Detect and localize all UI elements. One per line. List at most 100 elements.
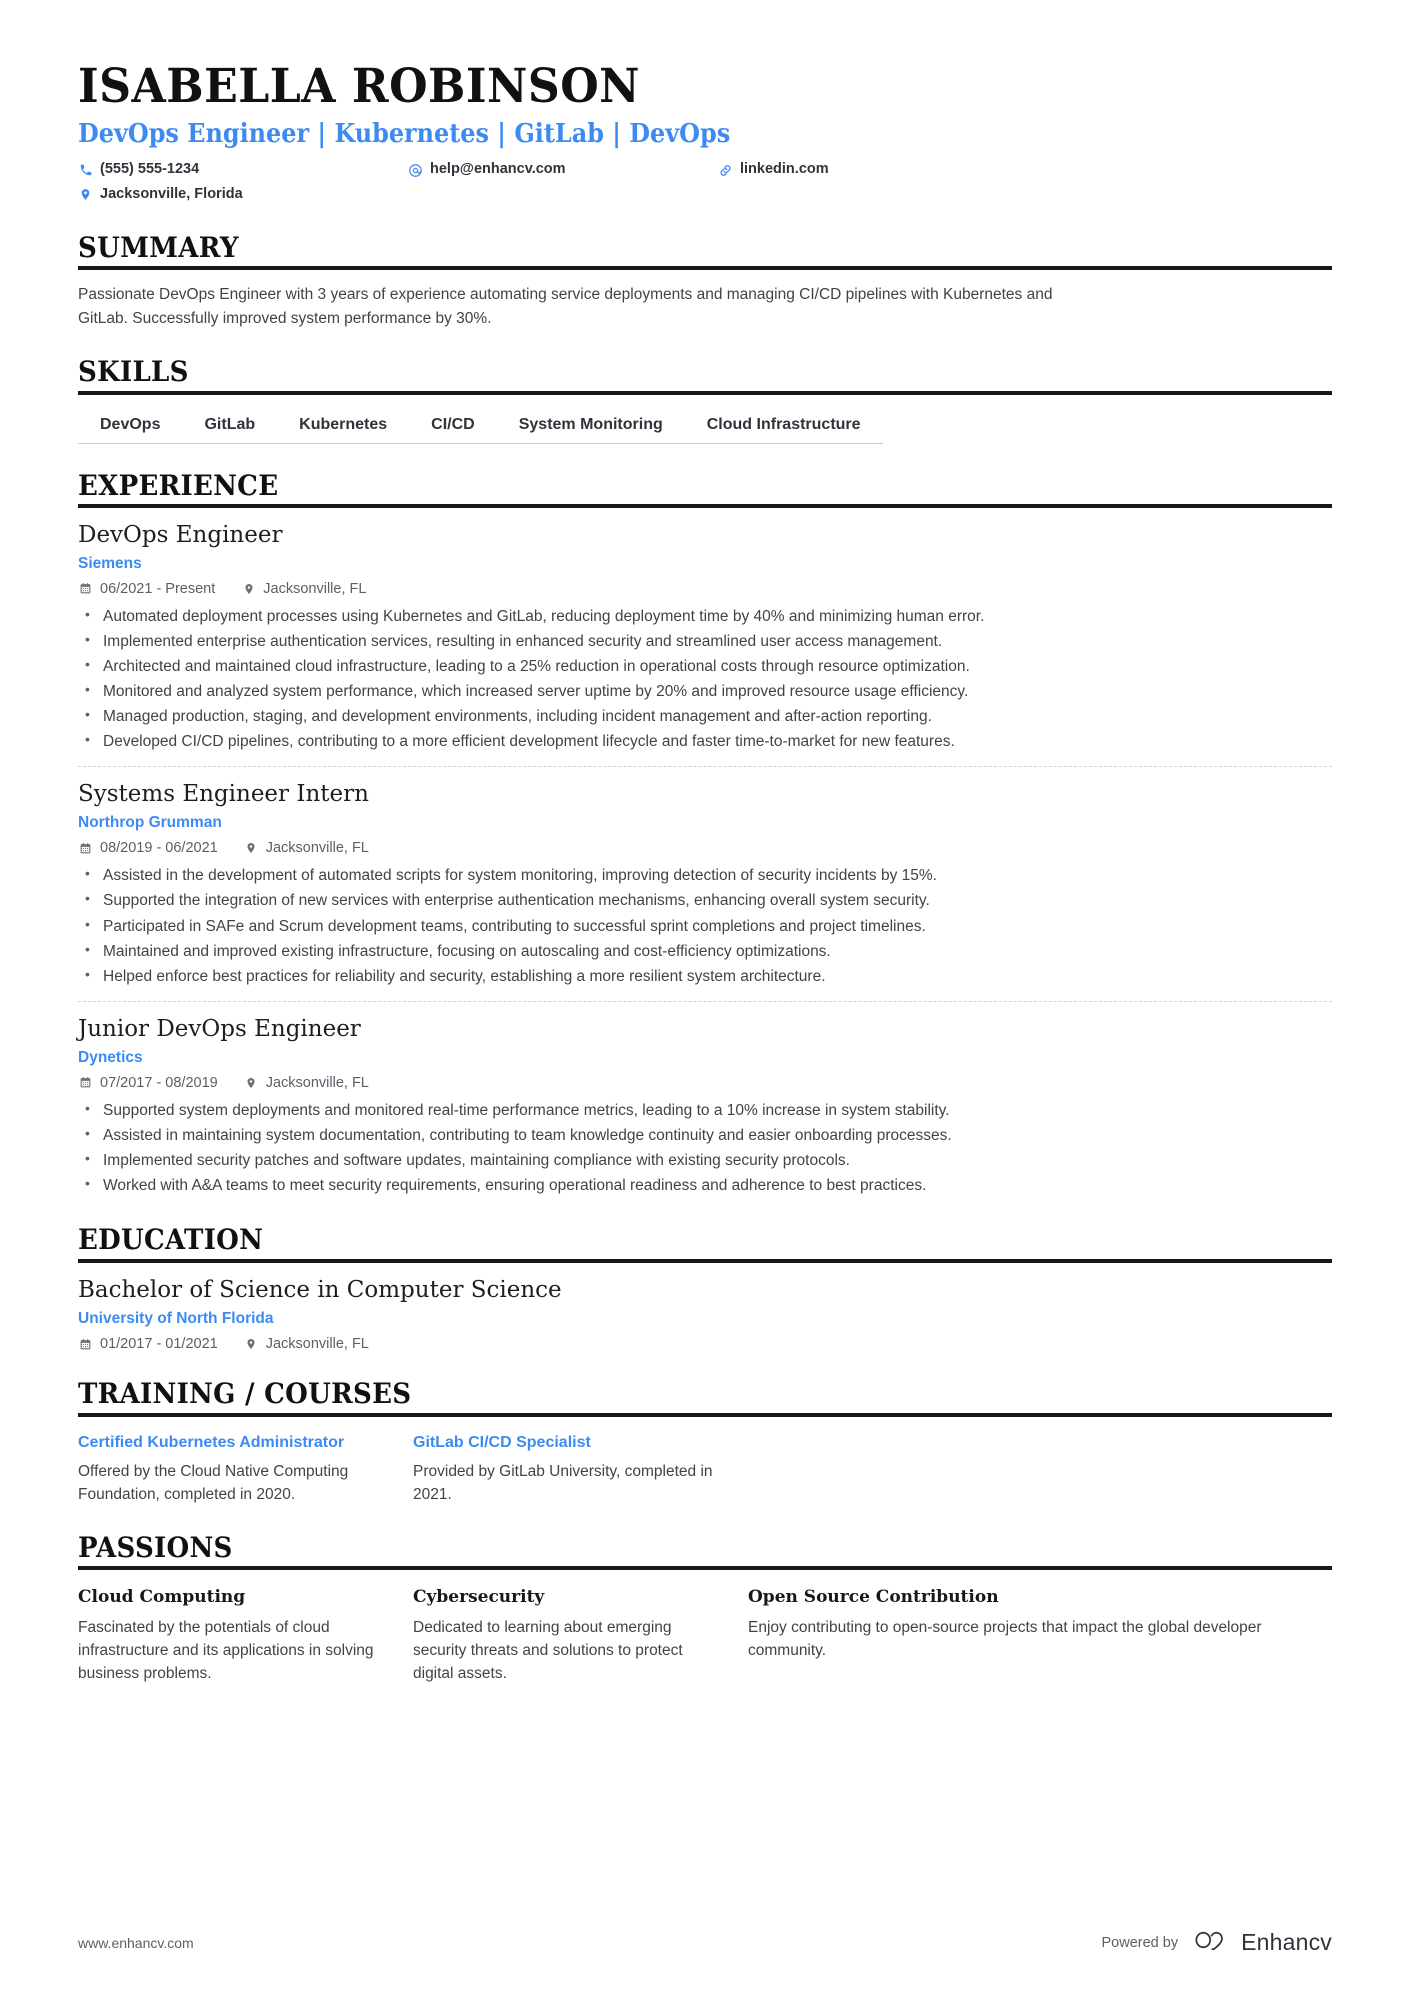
education-location-value: Jacksonville, FL: [265, 1336, 369, 1353]
job-meta: 08/2019 - 06/2021 Jacksonville, FL: [78, 840, 1332, 856]
job-bullet: Assisted in the development of automated…: [78, 862, 1332, 888]
footer-url[interactable]: www.enhancv.com: [78, 1935, 194, 1951]
job-title: DevOps Engineer: [78, 521, 283, 548]
section-title-education: EDUCATION: [78, 1223, 264, 1257]
passion-description: Dedicated to learning about emerging sec…: [413, 1618, 683, 1683]
passion-title: Open Source Contribution: [748, 1587, 999, 1608]
job-location-value: Jacksonville, FL: [265, 840, 369, 857]
skill-item: System Monitoring: [496, 412, 685, 444]
contact-email[interactable]: help@enhancv.com: [408, 159, 718, 181]
section-divider: [78, 1566, 1332, 1571]
experience-entry: Systems Engineer Intern Northrop Grumman…: [78, 766, 1332, 988]
passion-entry: Cybersecurity Dedicated to learning abou…: [413, 1586, 748, 1685]
education-meta: 01/2017 - 01/2021 Jacksonville, FL: [78, 1336, 1332, 1352]
enhancv-wordmark: Enhancv: [1241, 1929, 1332, 1955]
job-bullet: Supported system deployments and monitor…: [78, 1097, 1332, 1123]
contact-phone-value: (555) 555-1234: [100, 161, 200, 178]
education-dates: 01/2017 - 01/2021: [78, 1336, 218, 1352]
resume-header: ISABELLA ROBINSON DevOps Engineer | Kube…: [78, 59, 1332, 206]
job-bullets: Automated deployment processes using Kub…: [78, 603, 1332, 755]
section-education: EDUCATION Bachelor of Science in Compute…: [78, 1224, 1332, 1352]
section-training: TRAINING / COURSES Certified Kubernetes …: [78, 1378, 1332, 1506]
passion-description: Enjoy contributing to open-source projec…: [748, 1618, 1262, 1659]
section-passions: PASSIONS Cloud Computing Fascinated by t…: [78, 1532, 1332, 1685]
job-location: Jacksonville, FL: [244, 1075, 369, 1091]
passion-entry: Cloud Computing Fascinated by the potent…: [78, 1586, 413, 1685]
experience-entry: DevOps Engineer Siemens 06/2021 - Presen…: [78, 508, 1332, 755]
job-company: Dynetics: [78, 1048, 143, 1066]
skill-item: Kubernetes: [277, 412, 410, 444]
section-divider: [78, 390, 1332, 395]
location-icon: [244, 1075, 259, 1090]
candidate-headline: DevOps Engineer | Kubernetes | GitLab | …: [78, 119, 731, 150]
job-bullet: Implemented enterprise authentication se…: [78, 628, 1332, 654]
training-list: Certified Kubernetes Administrator Offer…: [78, 1433, 1332, 1506]
job-dates-value: 06/2021 - Present: [100, 580, 216, 597]
calendar-icon: [78, 1075, 93, 1090]
job-bullet: Supported the integration of new service…: [78, 887, 1332, 913]
contact-info: (555) 555-1234 help@enhancv.com linkedin…: [78, 159, 1078, 206]
job-bullets: Supported system deployments and monitor…: [78, 1097, 1332, 1198]
job-bullet: Worked with A&A teams to meet security r…: [78, 1172, 1332, 1198]
job-dates: 06/2021 - Present: [78, 581, 215, 597]
skills-list: DevOps GitLab Kubernetes CI/CD System Mo…: [78, 412, 1332, 444]
email-icon: [408, 163, 423, 178]
job-bullet: Helped enforce best practices for reliab…: [78, 963, 1332, 989]
location-icon: [244, 1337, 259, 1352]
education-entry: Bachelor of Science in Computer Science …: [78, 1263, 1332, 1353]
contact-row-2: Jacksonville, Florida: [78, 184, 1078, 206]
link-icon: [718, 163, 733, 178]
section-summary: SUMMARY Passionate DevOps Engineer with …: [78, 230, 1332, 330]
education-degree: Bachelor of Science in Computer Science: [78, 1276, 562, 1303]
experience-entry: Junior DevOps Engineer Dynetics 07/2017 …: [78, 1000, 1332, 1198]
calendar-icon: [78, 841, 93, 856]
job-dates-value: 08/2019 - 06/2021: [100, 840, 218, 857]
job-dates: 07/2017 - 08/2019: [78, 1075, 218, 1091]
job-title: Systems Engineer Intern: [78, 781, 369, 808]
job-bullet: Implemented security patches and softwar…: [78, 1147, 1332, 1173]
job-company: Northrop Grumman: [78, 814, 222, 832]
education-dates-value: 01/2017 - 01/2021: [100, 1336, 218, 1353]
job-bullet: Architected and maintained cloud infrast…: [78, 653, 1332, 679]
job-dates-value: 07/2017 - 08/2019: [100, 1074, 218, 1091]
skill-item: CI/CD: [409, 412, 497, 444]
job-location: Jacksonville, FL: [244, 840, 369, 856]
education-location: Jacksonville, FL: [244, 1336, 369, 1352]
job-location-value: Jacksonville, FL: [263, 580, 367, 597]
section-divider: [78, 266, 1332, 271]
location-icon: [244, 841, 259, 856]
skill-item: Cloud Infrastructure: [684, 412, 883, 444]
job-company: Siemens: [78, 554, 142, 572]
phone-icon: [78, 163, 93, 178]
training-description: Offered by the Cloud Native Computing Fo…: [78, 1462, 349, 1503]
contact-phone[interactable]: (555) 555-1234: [78, 159, 408, 181]
powered-by-label: Powered by: [1101, 1934, 1179, 1951]
section-title-training: TRAINING / COURSES: [78, 1377, 412, 1411]
job-location-value: Jacksonville, FL: [265, 1074, 369, 1091]
enhancv-mark-icon: [1192, 1928, 1232, 1957]
job-bullet: Automated deployment processes using Kub…: [78, 603, 1332, 629]
section-title-skills: SKILLS: [78, 355, 189, 389]
contact-email-value: help@enhancv.com: [430, 161, 566, 178]
job-bullet: Maintained and improved existing infrast…: [78, 938, 1332, 964]
enhancv-logo: Enhancv: [1192, 1928, 1332, 1957]
section-skills: SKILLS DevOps GitLab Kubernetes CI/CD Sy…: [78, 355, 1332, 444]
education-school: University of North Florida: [78, 1310, 274, 1328]
calendar-icon: [78, 581, 93, 596]
training-entry: GitLab CI/CD Specialist Provided by GitL…: [413, 1433, 748, 1506]
summary-text: Passionate DevOps Engineer with 3 years …: [78, 286, 1053, 327]
contact-linkedin[interactable]: linkedin.com: [718, 159, 1018, 181]
job-meta: 07/2017 - 08/2019 Jacksonville, FL: [78, 1075, 1332, 1091]
passion-description: Fascinated by the potentials of cloud in…: [78, 1618, 374, 1683]
calendar-icon: [78, 1337, 93, 1352]
job-bullet: Participated in SAFe and Scrum developme…: [78, 913, 1332, 939]
job-location: Jacksonville, FL: [241, 581, 366, 597]
training-title: Certified Kubernetes Administrator: [78, 1433, 345, 1451]
contact-location-value: Jacksonville, Florida: [100, 185, 243, 202]
section-title-summary: SUMMARY: [78, 230, 239, 264]
training-title: GitLab CI/CD Specialist: [413, 1433, 591, 1451]
skill-item: DevOps: [78, 412, 183, 444]
job-bullet: Monitored and analyzed system performanc…: [78, 678, 1332, 704]
location-icon: [78, 187, 93, 202]
passion-title: Cloud Computing: [78, 1587, 246, 1608]
